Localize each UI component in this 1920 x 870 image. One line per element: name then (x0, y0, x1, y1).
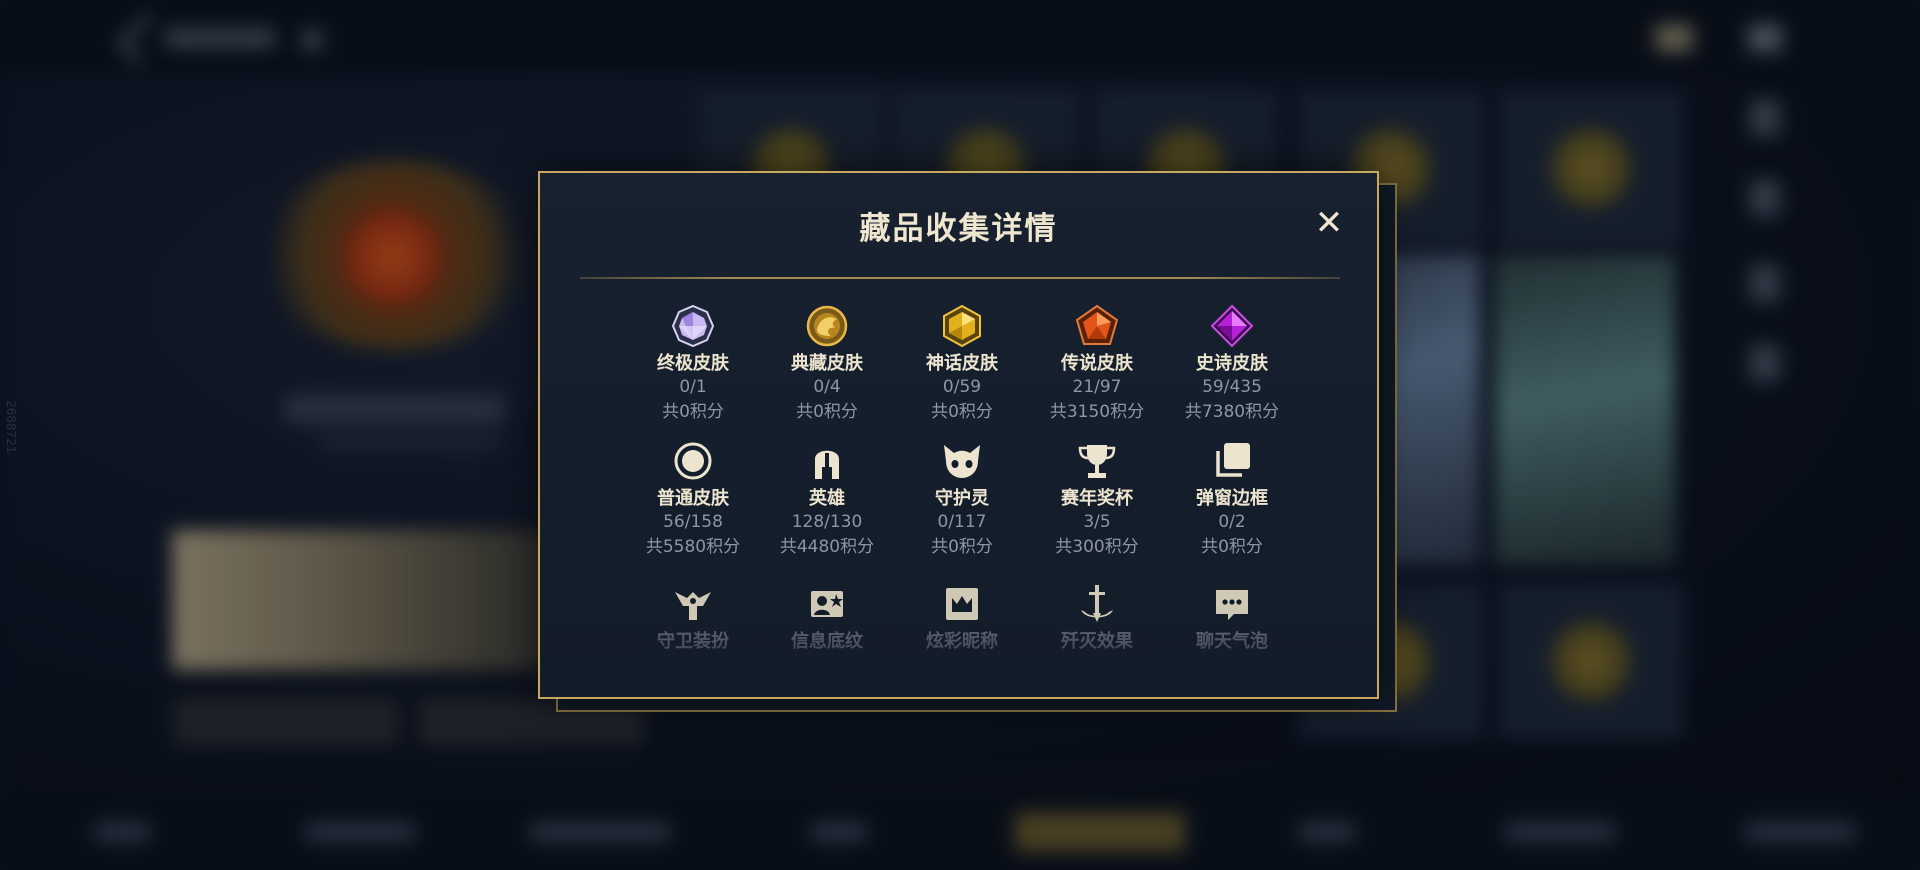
category-name: 史诗皮肤 (1196, 353, 1268, 374)
category-name: 普通皮肤 (657, 488, 729, 509)
category-points: 共0积分 (931, 402, 993, 422)
close-button[interactable]: ✕ (1312, 206, 1346, 240)
guardian-spirit-icon (944, 445, 980, 478)
category-points: 共0积分 (796, 402, 858, 422)
category-name: 典藏皮肤 (791, 353, 863, 374)
category-points: 共3150积分 (1049, 402, 1145, 422)
title-divider (580, 277, 1340, 279)
category-normal-skin[interactable]: 普通皮肤 56/158 共5580积分 (628, 439, 758, 560)
category-name: 弹窗边框 (1196, 488, 1268, 509)
category-count: 0/117 (937, 512, 987, 532)
category-popup-frame[interactable]: 弹窗边框 0/2 共0积分 (1167, 439, 1297, 560)
gold-gem-icon (943, 304, 981, 348)
category-points: 共0积分 (1201, 537, 1263, 557)
category-points: 共0积分 (662, 402, 724, 422)
dragon-coin-icon (806, 305, 848, 347)
category-count: 0/1 (679, 377, 707, 397)
category-name: 聊天气泡 (1196, 631, 1268, 652)
category-count: 21/97 (1072, 377, 1122, 397)
chat-bubble-icon (1216, 590, 1248, 620)
category-guard-outfit[interactable]: 守卫装扮 (628, 582, 758, 653)
category-name: 守卫装扮 (657, 631, 729, 652)
category-name: 守护灵 (935, 488, 989, 509)
category-colorful-nickname[interactable]: 炫彩昵称 (897, 582, 1027, 653)
purple-gem-icon (1210, 304, 1254, 348)
category-guardian-spirit[interactable]: 守护灵 0/117 共0积分 (897, 439, 1027, 560)
dialog-title: 藏品收集详情 (859, 211, 1058, 247)
collection-details-dialog: 藏品收集详情 ✕ 终极皮肤 0/1 共0积分 典藏皮肤 0/4 共0积分 神话皮… (538, 171, 1379, 699)
category-ultimate-skin[interactable]: 终极皮肤 0/1 共0积分 (628, 304, 758, 425)
profile-card-icon (811, 591, 843, 617)
category-name: 神话皮肤 (926, 353, 998, 374)
category-epic-skin[interactable]: 史诗皮肤 59/435 共7380积分 (1167, 304, 1297, 425)
screen: 2688721 藏品收集详情 ✕ 终极皮肤 0/1 共0积分 典藏皮肤 0/4 … (0, 0, 1920, 870)
category-name: 传说皮肤 (1061, 353, 1133, 374)
category-info-background[interactable]: 信息底纹 (762, 582, 892, 653)
category-count: 0/2 (1218, 512, 1246, 532)
category-count: 3/5 (1083, 512, 1111, 532)
category-count: 128/130 (791, 512, 863, 532)
crown-badge-icon (946, 588, 978, 620)
orange-gem-icon (1075, 304, 1119, 345)
category-count: 56/158 (663, 512, 723, 532)
category-hero[interactable]: 英雄 128/130 共4480积分 (762, 439, 892, 560)
category-points: 共7380积分 (1184, 402, 1280, 422)
category-name: 信息底纹 (791, 631, 863, 652)
helmet-icon (815, 450, 839, 479)
category-name: 赛年奖杯 (1061, 488, 1133, 509)
category-points: 共5580积分 (645, 537, 741, 557)
category-mythic-skin[interactable]: 神话皮肤 0/59 共0积分 (897, 304, 1027, 425)
category-collector-skin[interactable]: 典藏皮肤 0/4 共0积分 (762, 304, 892, 425)
category-name: 炫彩昵称 (926, 631, 998, 652)
category-count: 0/4 (813, 377, 841, 397)
category-name: 歼灭效果 (1061, 631, 1133, 652)
sword-effect-icon (1081, 585, 1113, 622)
stacked-frames-icon (1216, 443, 1250, 477)
category-name: 终极皮肤 (657, 353, 729, 374)
category-legendary-skin[interactable]: 传说皮肤 21/97 共3150积分 (1032, 304, 1162, 425)
category-points: 共4480积分 (779, 537, 875, 557)
category-count: 0/59 (942, 377, 982, 397)
circle-icon (674, 442, 712, 480)
category-points: 共0积分 (931, 537, 993, 557)
guard-statue-icon (675, 592, 711, 620)
trophy-icon (1078, 445, 1116, 478)
category-chat-bubble[interactable]: 聊天气泡 (1167, 582, 1297, 653)
category-kill-effect[interactable]: 歼灭效果 (1032, 582, 1162, 653)
category-name: 英雄 (809, 488, 845, 509)
category-season-trophy[interactable]: 赛年奖杯 3/5 共300积分 (1032, 439, 1162, 560)
ultimate-gem-icon (671, 304, 715, 348)
category-count: 59/435 (1202, 377, 1262, 397)
category-points: 共300积分 (1055, 537, 1139, 557)
